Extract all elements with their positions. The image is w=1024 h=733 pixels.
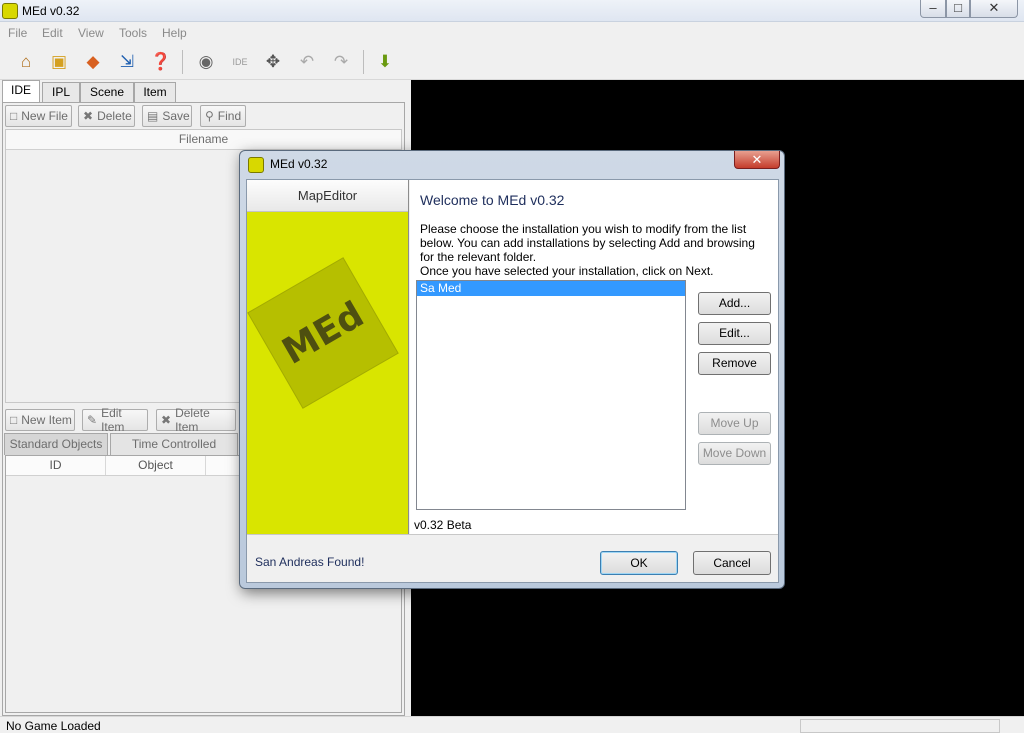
dialog-client: MapEditor MEd Welcome to MEd v0.32 Pleas…	[246, 179, 779, 583]
filename-column-header[interactable]: Filename	[6, 130, 401, 150]
save-button[interactable]: ▤ Save	[142, 105, 192, 127]
tab-standard-objects[interactable]: Standard Objects	[4, 433, 108, 455]
sidebar-title: MapEditor	[247, 180, 408, 212]
delete-item-label: Delete Item	[175, 406, 210, 434]
app-logo-icon	[248, 157, 264, 173]
maximize-button[interactable]: □	[946, 0, 970, 18]
title-bar: MEd v0.32 – □ ✕	[0, 0, 1024, 22]
minimize-button[interactable]: –	[920, 0, 946, 18]
med-logo: MEd	[247, 257, 399, 409]
download-arrow-icon[interactable]: ⬇	[372, 50, 398, 74]
undo-icon[interactable]: ↶	[294, 50, 320, 74]
id-column-header[interactable]: ID	[6, 456, 106, 475]
find-label: Find	[217, 109, 242, 123]
help-pointer-icon[interactable]: ❓	[148, 50, 174, 74]
delete-item-button[interactable]: ✖ Delete Item	[156, 406, 236, 434]
window-title: MEd v0.32	[22, 4, 80, 18]
found-status-text: San Andreas Found!	[255, 555, 365, 569]
tag-icon[interactable]: ◆	[80, 50, 106, 74]
object-column-header[interactable]: Object	[106, 456, 206, 475]
resize-icon[interactable]: ⇲	[114, 50, 140, 74]
search-icon: ⚲	[205, 109, 214, 123]
menu-tools[interactable]: Tools	[119, 26, 147, 40]
dialog-footer: San Andreas Found! OK Cancel	[247, 534, 778, 582]
toolbar-separator	[363, 50, 364, 74]
tab-scene[interactable]: Scene	[80, 82, 134, 102]
menu-bar: File Edit View Tools Help	[0, 22, 1024, 44]
new-file-label: New File	[21, 109, 68, 123]
toolbar: ⌂ ▣ ◆ ⇲ ❓ ◉ IDE ✥ ↶ ↷ ⬇	[0, 44, 1024, 80]
file-icon: □	[10, 109, 18, 123]
edit-item-label: Edit Item	[101, 406, 125, 434]
edit-icon: ✎	[87, 413, 98, 427]
move-up-button[interactable]: Move Up	[698, 412, 771, 435]
dialog-title: MEd v0.32	[270, 157, 328, 171]
dialog-close-button[interactable]: ✕	[734, 151, 780, 169]
remove-button[interactable]: Remove	[698, 352, 771, 375]
move-icon[interactable]: ✥	[260, 50, 286, 74]
home-icon[interactable]: ⌂	[13, 50, 39, 74]
save-label: Save	[162, 109, 190, 123]
new-item-label: New Item	[21, 413, 72, 427]
find-button[interactable]: ⚲ Find	[200, 105, 246, 127]
menu-edit[interactable]: Edit	[42, 26, 63, 40]
cancel-button[interactable]: Cancel	[693, 551, 771, 575]
menu-file[interactable]: File	[8, 26, 27, 40]
tab-ide[interactable]: IDE	[2, 80, 40, 102]
app-logo-icon	[2, 3, 18, 19]
dialog-content: Welcome to MEd v0.32 Please choose the i…	[410, 180, 778, 534]
redo-icon[interactable]: ↷	[328, 50, 354, 74]
new-file-button[interactable]: □ New File	[5, 105, 72, 127]
edit-button[interactable]: Edit...	[698, 322, 771, 345]
move-down-button[interactable]: Move Down	[698, 442, 771, 465]
delete-label: Delete	[97, 109, 132, 123]
menu-view[interactable]: View	[78, 26, 104, 40]
delete-x-icon: ✖	[161, 413, 172, 427]
toolbar-separator	[182, 50, 183, 74]
delete-button[interactable]: ✖ Delete	[78, 105, 135, 127]
delete-x-icon: ✖	[83, 109, 94, 123]
status-bar: No Game Loaded	[0, 716, 1024, 733]
close-button[interactable]: ✕	[970, 0, 1018, 18]
ok-button[interactable]: OK	[600, 551, 678, 575]
ide-icon[interactable]: IDE	[227, 50, 253, 74]
installation-list[interactable]: Sa Med	[416, 280, 686, 510]
file-icon: □	[10, 413, 18, 427]
version-label: v0.32 Beta	[414, 518, 472, 532]
status-text: No Game Loaded	[6, 719, 101, 733]
tab-ipl[interactable]: IPL	[42, 82, 80, 102]
new-item-button[interactable]: □ New Item	[5, 409, 75, 431]
save-icon: ▤	[147, 109, 159, 123]
status-panel	[800, 719, 1000, 733]
welcome-dialog: MEd v0.32 ✕ MapEditor MEd Welcome to MEd…	[239, 150, 785, 589]
description-line-1: Please choose the installation you wish …	[420, 222, 755, 264]
description-line-2: Once you have selected your installation…	[420, 264, 714, 278]
add-button[interactable]: Add...	[698, 292, 771, 315]
record-icon[interactable]: ◉	[193, 50, 219, 74]
tab-item[interactable]: Item	[134, 82, 176, 102]
menu-help[interactable]: Help	[162, 26, 187, 40]
tab-time-controlled-objects[interactable]: Time Controlled Objects	[110, 433, 238, 471]
dialog-sidebar: MapEditor MEd	[247, 180, 409, 534]
welcome-description: Please choose the installation you wish …	[420, 222, 770, 278]
installation-item-selected[interactable]: Sa Med	[417, 281, 685, 296]
edit-item-button[interactable]: ✎ Edit Item	[82, 406, 148, 434]
open-folder-icon[interactable]: ▣	[46, 50, 72, 74]
welcome-heading: Welcome to MEd v0.32	[420, 192, 565, 208]
